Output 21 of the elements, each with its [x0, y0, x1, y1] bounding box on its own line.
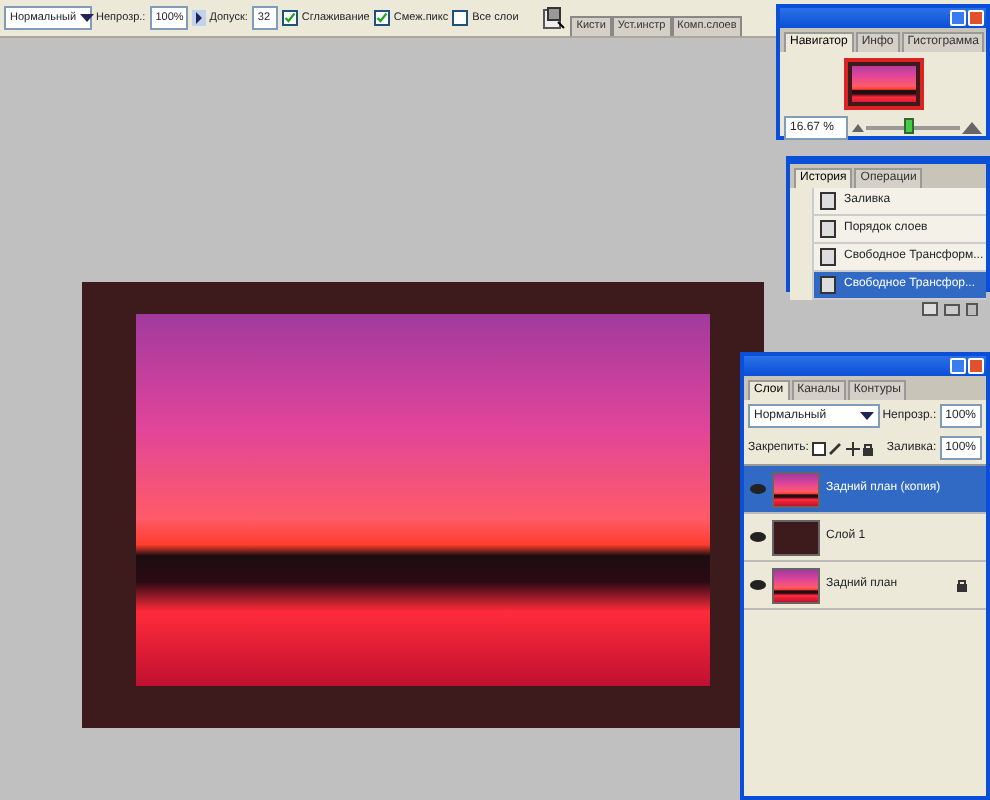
lock-icon[interactable] [862, 441, 875, 456]
zoom-out-icon[interactable] [851, 124, 863, 133]
lock-transparency-icon[interactable] [811, 441, 826, 456]
caret-icon [859, 411, 874, 422]
arrow-icon[interactable] [191, 10, 206, 26]
checkbox[interactable] [373, 10, 390, 26]
close-button[interactable] [968, 10, 984, 26]
zoom-in-icon[interactable] [962, 122, 982, 135]
minimize-button[interactable] [950, 10, 966, 26]
zoom-slider-thumb[interactable] [903, 118, 914, 135]
close-button[interactable] [968, 358, 984, 374]
brush-icon[interactable] [828, 441, 843, 456]
eye-icon[interactable] [750, 580, 766, 591]
minimize-button[interactable] [950, 358, 966, 374]
navigator-thumbnail [843, 58, 923, 111]
eye-icon[interactable] [750, 532, 766, 543]
checkbox[interactable] [452, 10, 469, 26]
move-icon[interactable] [845, 441, 860, 456]
palette-well-icon[interactable] [542, 6, 567, 30]
checkbox[interactable] [281, 10, 298, 26]
caret-icon [79, 13, 94, 23]
